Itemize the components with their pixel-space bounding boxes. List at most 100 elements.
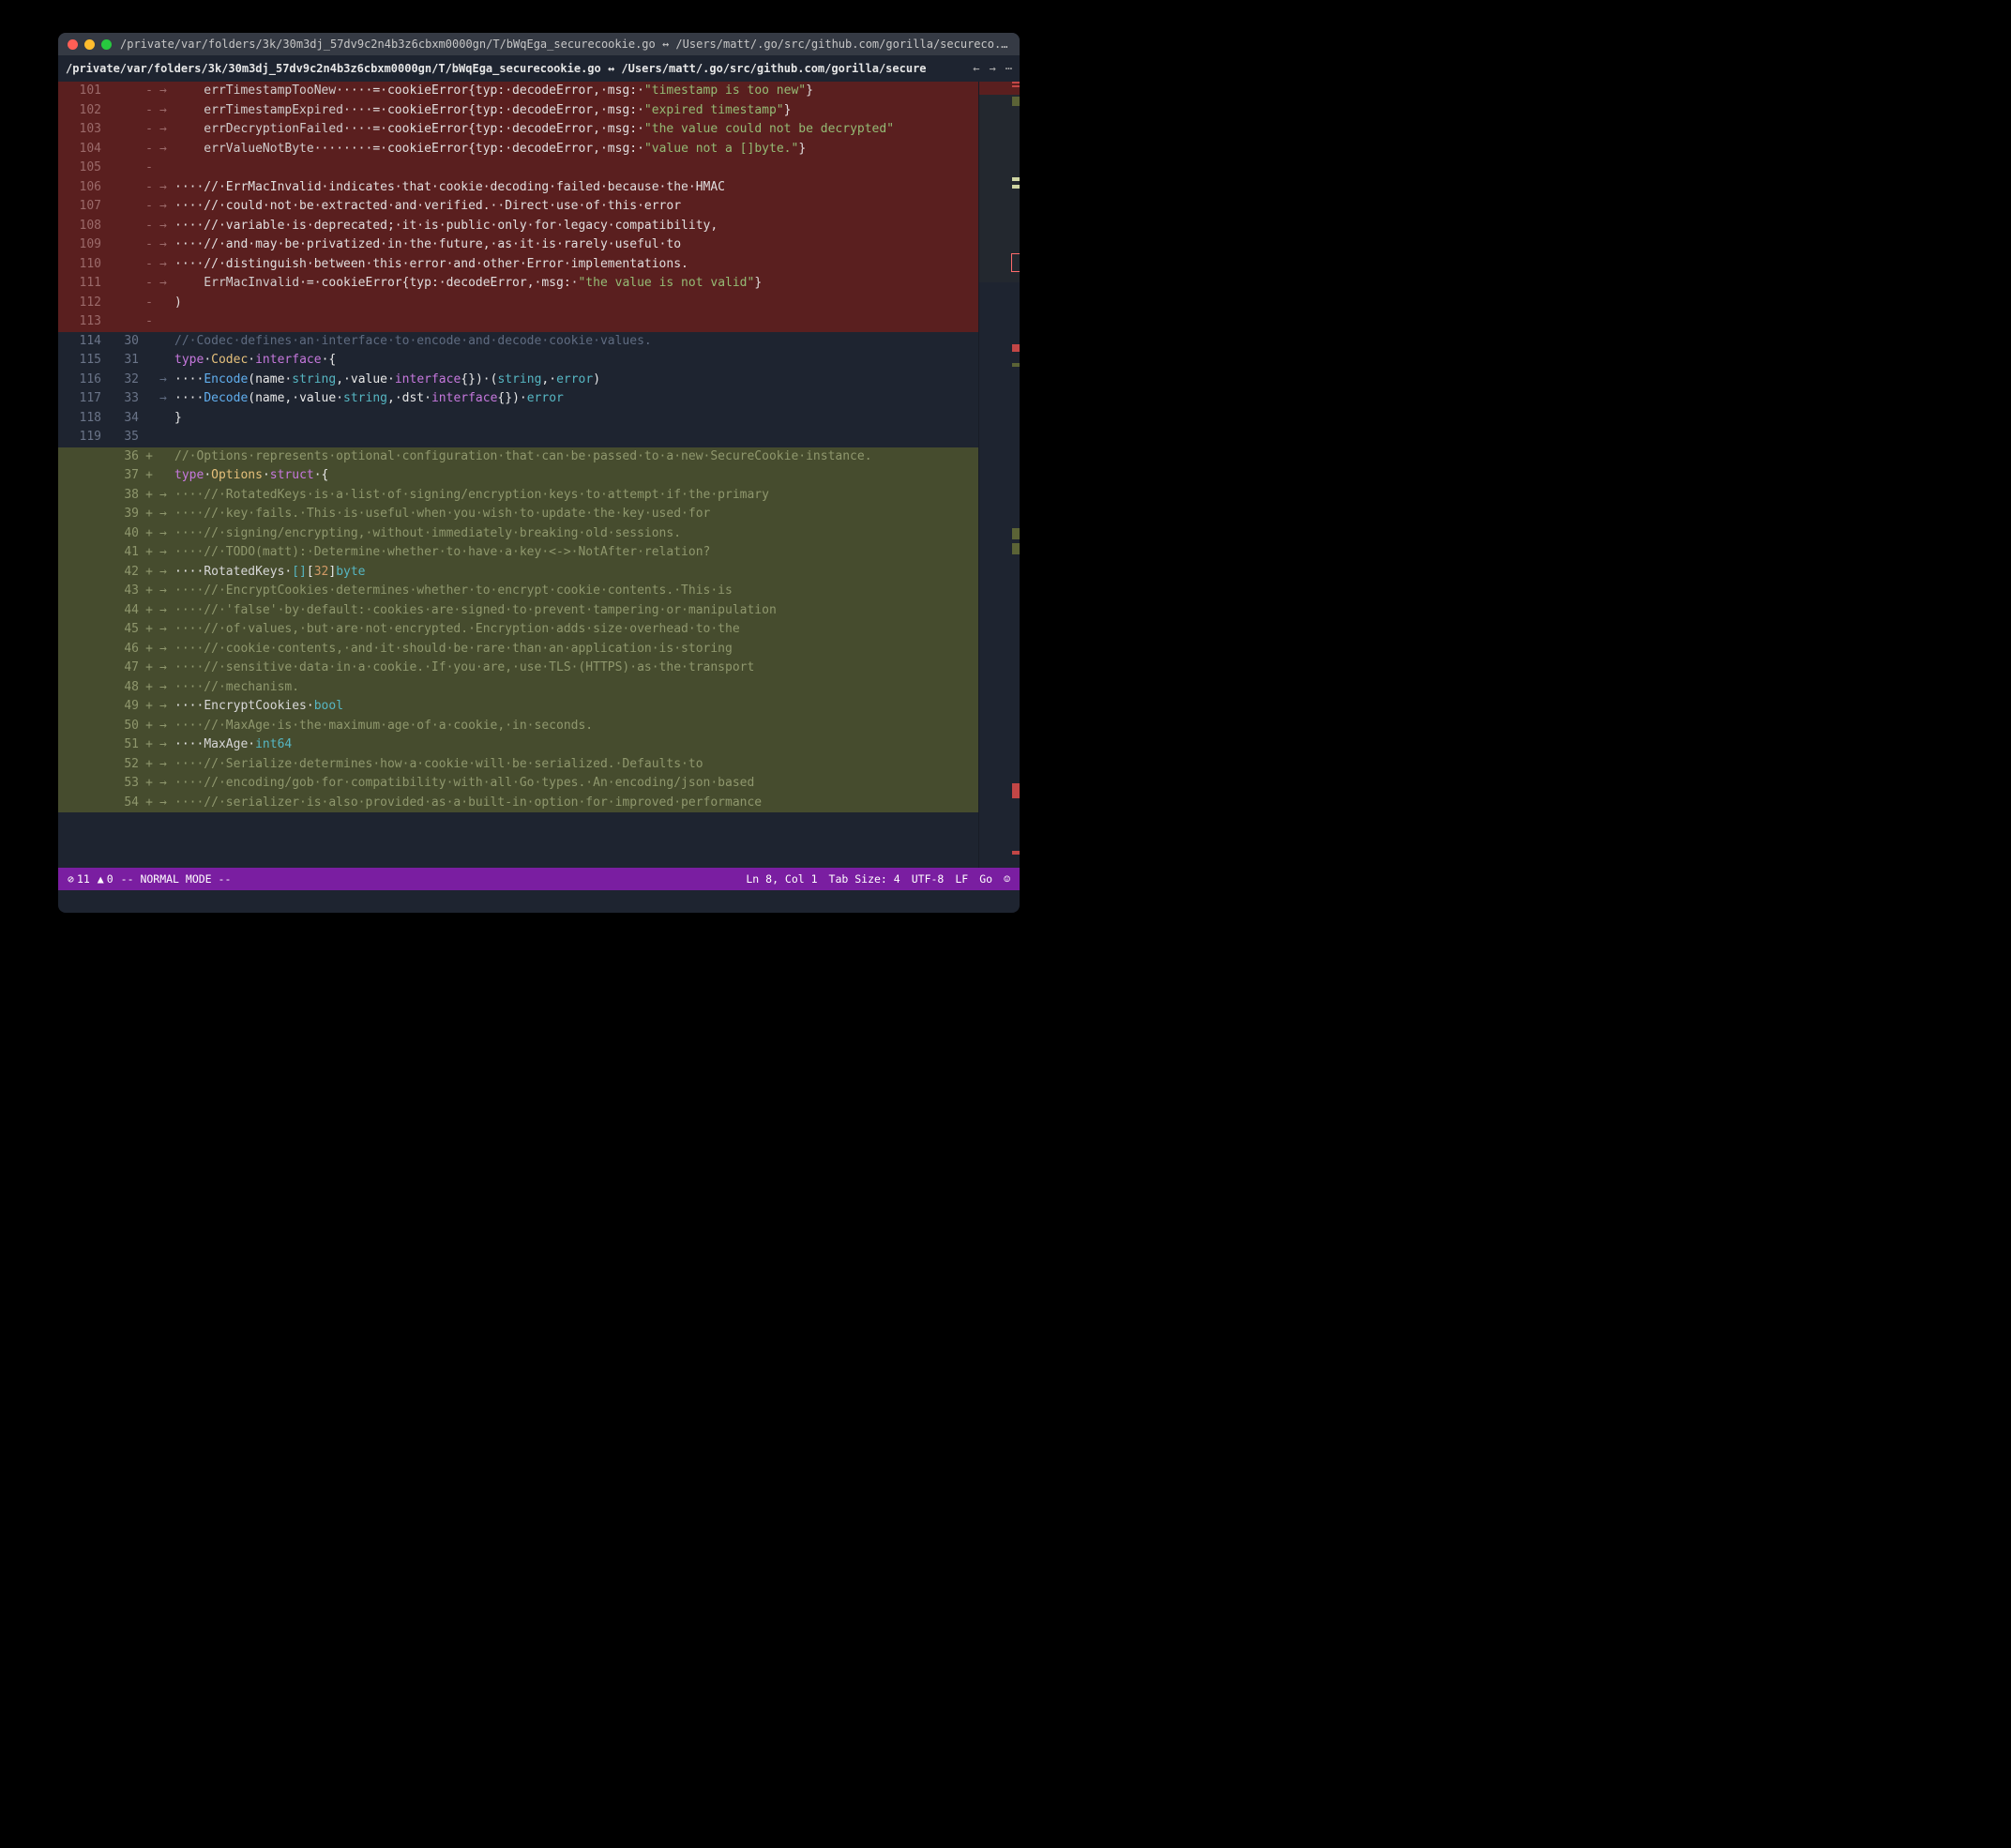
code-line[interactable]: →····Encode(name·string,·value·interface…	[159, 371, 978, 390]
gutter-row[interactable]: 43+	[58, 582, 159, 601]
gutter-row[interactable]: 48+	[58, 678, 159, 698]
gutter-row[interactable]: 47+	[58, 659, 159, 678]
gutter-row[interactable]: 11632	[58, 371, 159, 390]
gutter-row[interactable]: 105-	[58, 159, 159, 178]
minimap-marker[interactable]	[979, 82, 1020, 95]
minimap-marker[interactable]	[1012, 185, 1020, 189]
code-line[interactable]: →····//·serializer·is·also·provided·as·a…	[159, 794, 978, 813]
eol[interactable]: LF	[955, 870, 968, 889]
code-line[interactable]: →····//·of·values,·but·are·not·encrypted…	[159, 620, 978, 640]
minimap-marker[interactable]	[1012, 851, 1020, 855]
code-line[interactable]: → errDecryptionFailed····=·cookieError{t…	[159, 120, 978, 140]
code-line[interactable]: →····//·key·fails.·This·is·useful·when·y…	[159, 505, 978, 524]
code-area[interactable]: → errTimestampTooNew·····=·cookieError{t…	[159, 82, 978, 871]
code-line[interactable]: type·Codec·interface·{	[159, 351, 978, 371]
gutter-row[interactable]: 44+	[58, 601, 159, 621]
gutter-row[interactable]: 11935	[58, 428, 159, 447]
code-line[interactable]: →····//·sensitive·data·in·a·cookie.·If·y…	[159, 659, 978, 678]
minimap-marker[interactable]	[1012, 97, 1020, 106]
code-line[interactable]	[159, 159, 978, 178]
gutter-row[interactable]: 51+	[58, 735, 159, 755]
code-line[interactable]: →····EncryptCookies·bool	[159, 697, 978, 717]
gutter-row[interactable]: 45+	[58, 620, 159, 640]
code-line[interactable]: →····//·RotatedKeys·is·a·list·of·signing…	[159, 486, 978, 506]
minimap-marker[interactable]	[1012, 82, 1020, 83]
traffic-close-icon[interactable]	[68, 39, 78, 50]
code-line[interactable]: //·Codec·defines·an·interface·to·encode·…	[159, 332, 978, 352]
code-line[interactable]: →····//·TODO(matt):·Determine·whether·to…	[159, 543, 978, 563]
gutter-row[interactable]: 42+	[58, 563, 159, 583]
traffic-minimize-icon[interactable]	[84, 39, 95, 50]
code-line[interactable]: →····//·cookie·contents,·and·it·should·b…	[159, 640, 978, 659]
gutter-row[interactable]: 11531	[58, 351, 159, 371]
encoding[interactable]: UTF-8	[912, 870, 945, 889]
nav-forward-icon[interactable]: →	[990, 62, 996, 75]
gutter-row[interactable]: 112-	[58, 294, 159, 313]
gutter-row[interactable]: 107-	[58, 197, 159, 217]
titlebar[interactable]: /private/var/folders/3k/30m3dj_57dv9c2n4…	[58, 33, 1020, 55]
gutter-row[interactable]: 40+	[58, 524, 159, 544]
minimap-marker[interactable]	[1012, 783, 1020, 798]
gutter-row[interactable]: 53+	[58, 774, 159, 794]
gutter-row[interactable]: 49+	[58, 697, 159, 717]
code-line[interactable]: type·Options·struct·{	[159, 466, 978, 486]
code-line[interactable]: →····//·'false'·by·default:·cookies·are·…	[159, 601, 978, 621]
editor-pane[interactable]: → errTimestampTooNew·····=·cookieError{t…	[58, 82, 1020, 890]
gutter-row[interactable]: 104-	[58, 140, 159, 159]
code-line[interactable]: →····MaxAge·int64	[159, 735, 978, 755]
code-line[interactable]: → errValueNotByte········=·cookieError{t…	[159, 140, 978, 159]
gutter-row[interactable]: 52+	[58, 755, 159, 775]
gutter[interactable]: 101-102-103-104-105-106-107-108-109-110-…	[58, 82, 159, 871]
gutter-row[interactable]: 11733	[58, 389, 159, 409]
code-line[interactable]: →····//·MaxAge·is·the·maximum·age·of·a·c…	[159, 717, 978, 736]
gutter-row[interactable]: 39+	[58, 505, 159, 524]
gutter-row[interactable]: 54+	[58, 794, 159, 813]
minimap-marker[interactable]	[1012, 177, 1020, 181]
code-line[interactable]: )	[159, 294, 978, 313]
code-line[interactable]: →····RotatedKeys·[][32]byte	[159, 563, 978, 583]
traffic-zoom-icon[interactable]	[101, 39, 112, 50]
warnings-count[interactable]: ▲ 0	[98, 870, 113, 889]
minimap-marker[interactable]	[1012, 254, 1020, 271]
code-line[interactable]: → errTimestampExpired····=·cookieError{t…	[159, 101, 978, 121]
code-line[interactable]: →····//·variable·is·deprecated;·it·is·pu…	[159, 217, 978, 236]
code-line[interactable]: → errTimestampTooNew·····=·cookieError{t…	[159, 82, 978, 101]
code-line[interactable]: →····//·signing/encrypting,·without·imme…	[159, 524, 978, 544]
gutter-row[interactable]: 46+	[58, 640, 159, 659]
minimap-marker[interactable]	[1012, 85, 1020, 87]
code-line[interactable]: }	[159, 409, 978, 429]
tab-size[interactable]: Tab Size: 4	[829, 870, 900, 889]
gutter-row[interactable]: 50+	[58, 717, 159, 736]
minimap-marker[interactable]	[1012, 363, 1020, 367]
language-mode[interactable]: Go	[979, 870, 992, 889]
gutter-row[interactable]: 11430	[58, 332, 159, 352]
gutter-row[interactable]: 110-	[58, 255, 159, 275]
code-line[interactable]	[159, 428, 978, 447]
feedback-icon[interactable]: ☺	[1004, 870, 1010, 889]
code-line[interactable]: →····//·mechanism.	[159, 678, 978, 698]
code-line[interactable]: →····//·Serialize·determines·how·a·cooki…	[159, 755, 978, 775]
gutter-row[interactable]: 38+	[58, 486, 159, 506]
code-line[interactable]	[159, 312, 978, 332]
gutter-row[interactable]: 101-	[58, 82, 159, 101]
more-icon[interactable]: ⋯	[1006, 62, 1012, 75]
nav-back-icon[interactable]: ←	[973, 62, 979, 75]
gutter-row[interactable]: 41+	[58, 543, 159, 563]
minimap-marker[interactable]	[1012, 528, 1020, 539]
gutter-row[interactable]: 106-	[58, 178, 159, 198]
code-line[interactable]: →····//·distinguish·between·this·error·a…	[159, 255, 978, 275]
code-line[interactable]: →····//·encoding/gob·for·compatibility·w…	[159, 774, 978, 794]
gutter-row[interactable]: 102-	[58, 101, 159, 121]
gutter-row[interactable]: 37+	[58, 466, 159, 486]
cursor-position[interactable]: Ln 8, Col 1	[746, 870, 817, 889]
code-line[interactable]: →····//·ErrMacInvalid·indicates·that·coo…	[159, 178, 978, 198]
code-line[interactable]: →····//·and·may·be·privatized·in·the·fut…	[159, 235, 978, 255]
errors-count[interactable]: ⊘ 11	[68, 870, 90, 889]
gutter-row[interactable]: 111-	[58, 274, 159, 294]
code-line[interactable]: → ErrMacInvalid·=·cookieError{typ:·decod…	[159, 274, 978, 294]
minimap-marker[interactable]	[1012, 344, 1020, 352]
gutter-row[interactable]: 103-	[58, 120, 159, 140]
gutter-row[interactable]: 113-	[58, 312, 159, 332]
code-line[interactable]: →····//·EncryptCookies·determines·whethe…	[159, 582, 978, 601]
minimap-marker[interactable]	[1012, 543, 1020, 554]
